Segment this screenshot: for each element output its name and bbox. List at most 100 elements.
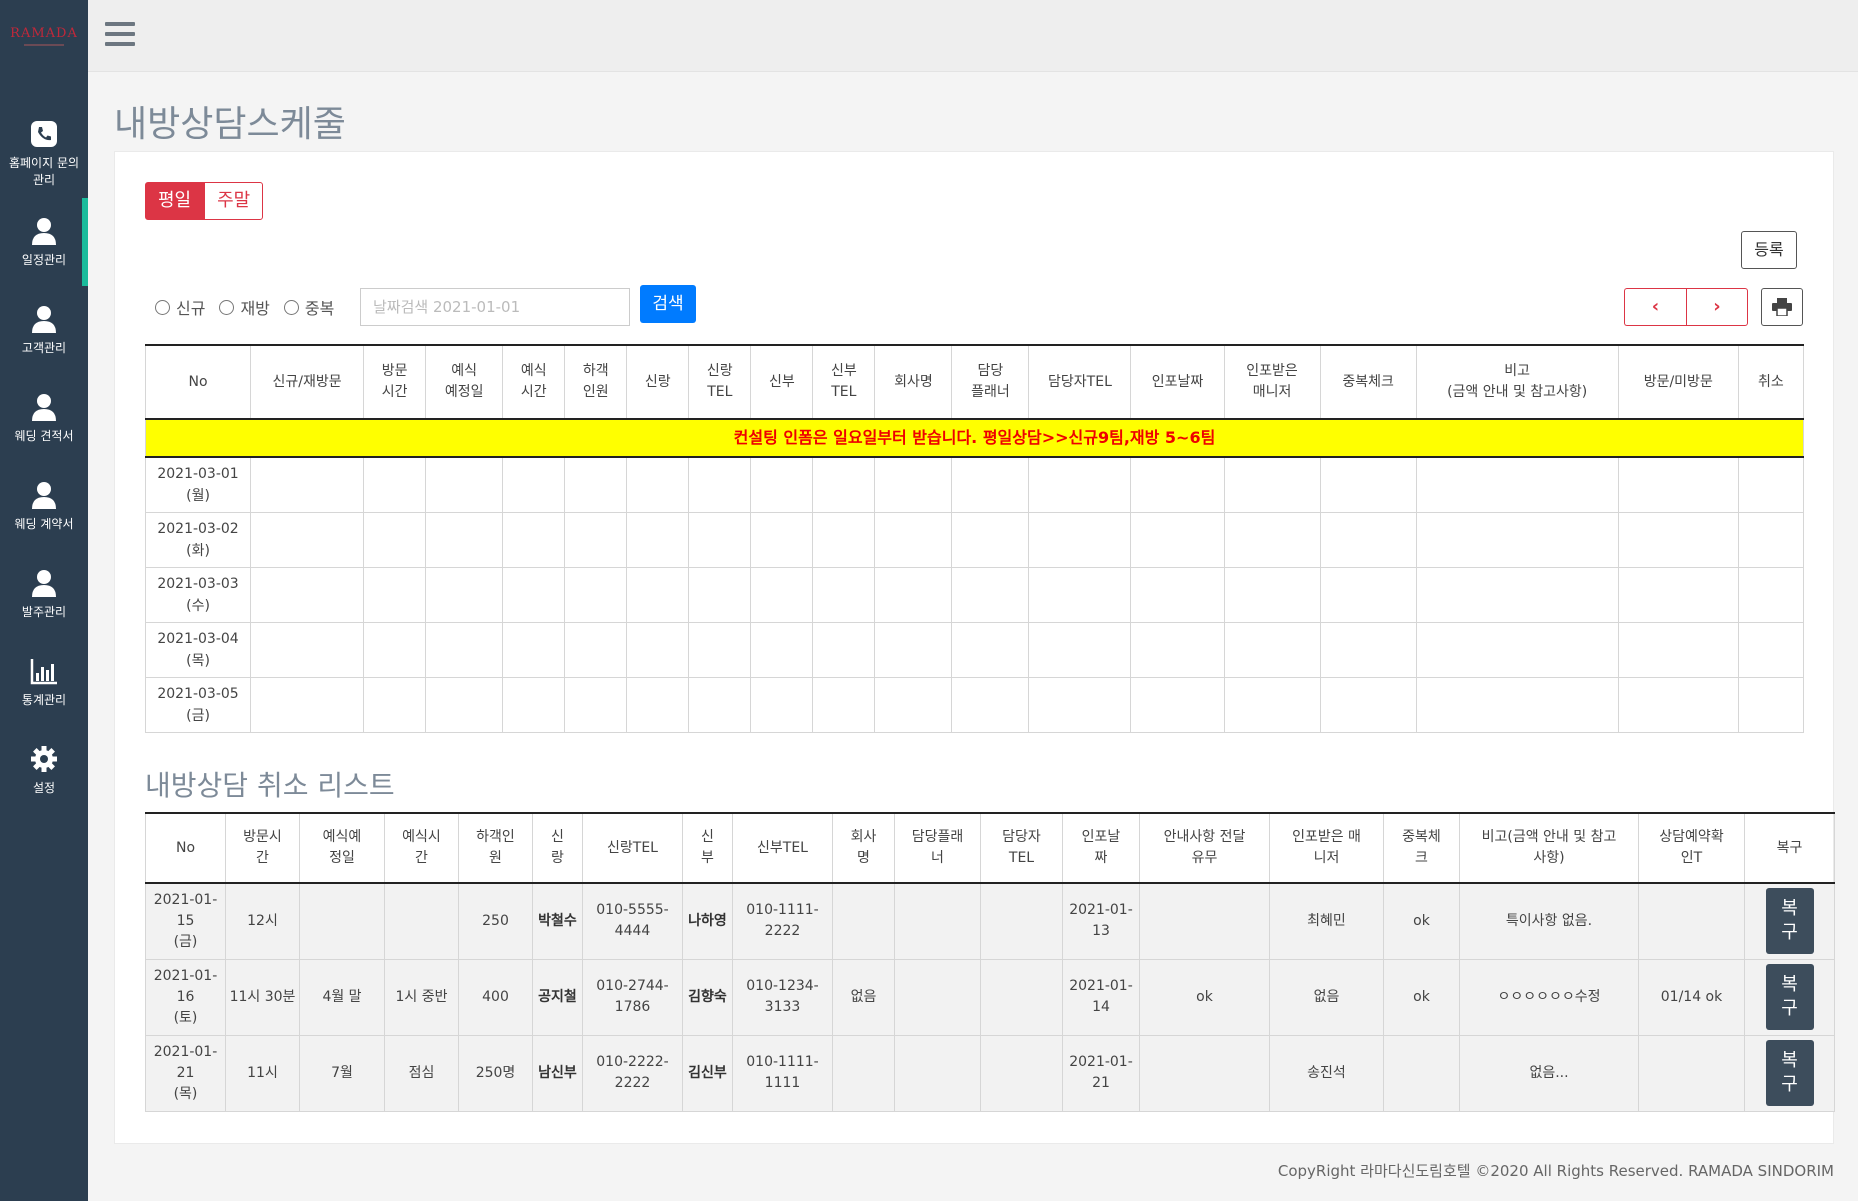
empty-cell[interactable] [1617,511,1739,568]
empty-cell[interactable] [425,676,504,733]
empty-cell[interactable] [874,456,953,513]
restore-button[interactable]: 복 구 [1765,888,1814,955]
sidebar-item-6[interactable]: 통계관리 [0,638,88,726]
empty-cell[interactable] [1028,456,1132,513]
empty-cell[interactable] [1130,621,1225,678]
register-button[interactable]: 등록 [1741,231,1797,269]
empty-cell[interactable] [564,676,628,733]
empty-cell[interactable] [1223,456,1321,513]
sidebar-item-7[interactable]: 설정 [0,726,88,814]
empty-cell[interactable] [1319,511,1417,568]
sidebar-item-0[interactable]: 홈페이지 문의 관리 [0,110,88,198]
empty-cell[interactable] [1130,511,1225,568]
empty-cell[interactable] [425,456,504,513]
empty-cell[interactable] [1737,511,1805,568]
empty-cell[interactable] [1415,566,1619,623]
empty-cell[interactable] [688,621,752,678]
empty-cell[interactable] [1617,676,1739,733]
empty-cell[interactable] [363,621,427,678]
empty-cell[interactable] [250,456,365,513]
empty-cell[interactable] [502,456,566,513]
empty-cell[interactable] [250,566,365,623]
empty-cell[interactable] [1028,676,1132,733]
empty-cell[interactable] [1319,566,1417,623]
empty-cell[interactable] [1617,456,1739,513]
sidebar-item-4[interactable]: 웨딩 계약서 [0,462,88,550]
empty-cell[interactable] [425,621,504,678]
empty-cell[interactable] [1415,621,1619,678]
empty-cell[interactable] [750,456,814,513]
sidebar-item-3[interactable]: 웨딩 견적서 [0,374,88,462]
empty-cell[interactable] [626,621,690,678]
sidebar-item-2[interactable]: 고객관리 [0,286,88,374]
empty-cell[interactable] [812,621,876,678]
empty-cell[interactable] [502,676,566,733]
empty-cell[interactable] [250,621,365,678]
empty-cell[interactable] [1617,621,1739,678]
empty-cell[interactable] [564,456,628,513]
empty-cell[interactable] [250,511,365,568]
prev-week-button[interactable]: ‹ [1624,288,1686,326]
empty-cell[interactable] [626,676,690,733]
empty-cell[interactable] [502,566,566,623]
weekday-button[interactable]: 평일 [145,182,205,220]
empty-cell[interactable] [1737,621,1805,678]
empty-cell[interactable] [425,511,504,568]
restore-button[interactable]: 복 구 [1765,1040,1814,1106]
restore-button[interactable]: 복 구 [1765,964,1814,1030]
empty-cell[interactable] [502,511,566,568]
empty-cell[interactable] [1223,511,1321,568]
sidebar-item-5[interactable]: 발주관리 [0,550,88,638]
radio-duplicate[interactable]: 중복 [283,295,334,319]
empty-cell[interactable] [564,621,628,678]
empty-cell[interactable] [1737,456,1805,513]
empty-cell[interactable] [1737,676,1805,733]
empty-cell[interactable] [688,676,752,733]
empty-cell[interactable] [951,511,1030,568]
empty-cell[interactable] [1130,566,1225,623]
empty-cell[interactable] [626,456,690,513]
empty-cell[interactable] [1319,456,1417,513]
empty-cell[interactable] [1319,676,1417,733]
empty-cell[interactable] [1319,621,1417,678]
empty-cell[interactable] [874,511,953,568]
print-button[interactable] [1761,288,1803,326]
empty-cell[interactable] [1617,566,1739,623]
empty-cell[interactable] [874,676,953,733]
empty-cell[interactable] [1415,511,1619,568]
empty-cell[interactable] [1028,511,1132,568]
empty-cell[interactable] [1223,676,1321,733]
empty-cell[interactable] [626,566,690,623]
empty-cell[interactable] [951,566,1030,623]
empty-cell[interactable] [564,566,628,623]
empty-cell[interactable] [688,511,752,568]
empty-cell[interactable] [1028,566,1132,623]
empty-cell[interactable] [425,566,504,623]
empty-cell[interactable] [750,511,814,568]
radio-new[interactable]: 신규 [155,295,205,319]
date-search-input[interactable] [360,288,630,326]
empty-cell[interactable] [1737,566,1805,623]
empty-cell[interactable] [750,676,814,733]
empty-cell[interactable] [1130,456,1225,513]
empty-cell[interactable] [363,566,427,623]
empty-cell[interactable] [750,621,814,678]
empty-cell[interactable] [502,621,566,678]
logo[interactable]: RAMADA [0,0,88,72]
empty-cell[interactable] [1130,676,1225,733]
empty-cell[interactable] [812,511,876,568]
empty-cell[interactable] [363,511,427,568]
empty-cell[interactable] [812,566,876,623]
empty-cell[interactable] [750,566,814,623]
empty-cell[interactable] [812,456,876,513]
radio-revisit[interactable]: 재방 [219,295,270,319]
empty-cell[interactable] [951,456,1030,513]
empty-cell[interactable] [1223,621,1321,678]
empty-cell[interactable] [363,456,427,513]
empty-cell[interactable] [363,676,427,733]
empty-cell[interactable] [874,566,953,623]
empty-cell[interactable] [688,456,752,513]
sidebar-item-1[interactable]: 일정관리 [0,198,88,286]
empty-cell[interactable] [874,621,953,678]
empty-cell[interactable] [951,676,1030,733]
